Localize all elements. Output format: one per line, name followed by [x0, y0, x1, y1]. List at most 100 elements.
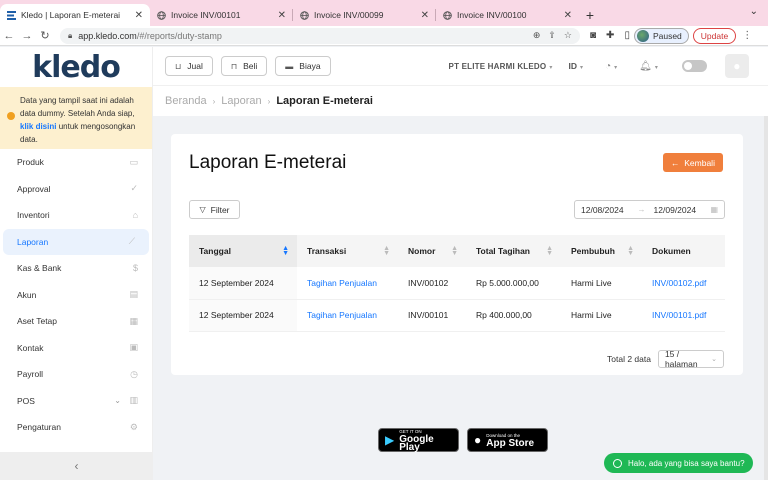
basket-icon: ⊔	[175, 61, 182, 71]
cell-dokumen-link[interactable]: INV/00102.pdf	[642, 267, 725, 300]
report-card: Laporan E-meterai ← Kembali ▽ Filter 12/0…	[171, 134, 743, 375]
caret-down-icon: ▾	[580, 65, 584, 71]
kledo-favicon-icon	[6, 10, 16, 20]
sidebar-item-aset-tetap[interactable]: Aset Tetap ▦	[0, 308, 152, 335]
chevron-down-icon[interactable]: ⌄	[750, 6, 758, 17]
jual-button[interactable]: ⊔ Jual	[165, 56, 213, 76]
page-scrollbar[interactable]	[764, 116, 768, 480]
sidebar-item-payroll[interactable]: Payroll ◷	[0, 361, 152, 388]
column-header-transaksi[interactable]: Transaksi ▲ ▼	[297, 235, 398, 267]
kembali-button[interactable]: ← Kembali	[663, 153, 723, 172]
forward-arrow-icon[interactable]: →	[18, 30, 36, 42]
close-tab-icon[interactable]: ✕	[421, 10, 429, 21]
column-header-tanggal[interactable]: Tanggal ▲ ▼	[189, 235, 297, 267]
date-end-input[interactable]: 12/09/2024	[654, 205, 697, 215]
url-host: app.kledo.com	[78, 30, 137, 41]
whatsapp-chat-button[interactable]: Halo, ada yang bisa saya bantu?	[604, 453, 753, 473]
close-tab-icon[interactable]: ✕	[135, 10, 143, 21]
cell-pembubuh: Harmi Live	[561, 299, 642, 332]
browser-tab[interactable]: Invoice INV/00100 ✕	[436, 4, 579, 26]
app-header: ⊔ Jual ⊓ Beli ▬ Biaya PT ELITE HARMI KLEDO ▾…	[153, 47, 768, 85]
clear-data-link[interactable]: klik disini	[20, 122, 56, 131]
date-start-input[interactable]: 12/08/2024	[581, 205, 624, 215]
filter-button[interactable]: ▽ Filter	[189, 200, 240, 219]
kledo-logo[interactable]: kledo	[0, 47, 152, 87]
sidebar-item-kas-bank[interactable]: Kas & Bank $	[0, 255, 152, 282]
cell-nomor: INV/00102	[398, 267, 466, 300]
biaya-button[interactable]: ▬ Biaya	[275, 56, 331, 76]
warning-icon	[7, 112, 15, 120]
reload-icon[interactable]: ↻	[36, 29, 54, 42]
globe-icon	[442, 10, 452, 20]
column-header-nomor[interactable]: Nomor ▲ ▼	[398, 235, 466, 267]
profile-button[interactable]: Paused	[633, 27, 689, 44]
language-selector[interactable]: ID ▾	[569, 61, 584, 71]
install-app-icon[interactable]: ⊕	[533, 30, 541, 41]
extensions-puzzle-icon[interactable]: ✚	[606, 30, 614, 41]
tab-title: Invoice INV/00099	[314, 10, 384, 20]
google-play-badge[interactable]: ▶ GET IT ON Google Play	[378, 428, 459, 453]
cell-dokumen-link[interactable]: INV/00101.pdf	[642, 299, 725, 332]
column-header-dokumen: Dokumen	[642, 235, 725, 267]
camera-icon[interactable]: ◙	[590, 30, 596, 41]
breadcrumb-laporan[interactable]: Laporan	[221, 95, 261, 107]
column-header-total-tagihan[interactable]: Total Tagihan ▲ ▼	[466, 235, 561, 267]
column-header-pembubuh[interactable]: Pembubuh ▲ ▼	[561, 235, 642, 267]
chevron-down-icon: ⌄	[114, 396, 121, 406]
tab-title: Invoice INV/00101	[171, 10, 241, 20]
check-icon: ✓	[130, 183, 138, 194]
page-size-select[interactable]: 15 / halaman ⌄	[657, 349, 724, 369]
sidebar-item-pengaturan[interactable]: Pengaturan ⚙	[0, 414, 152, 441]
calendar-icon: ▦	[710, 205, 718, 214]
sort-icon[interactable]: ▲ ▼	[383, 245, 390, 257]
browser-tab[interactable]: Invoice INV/00099 ✕	[293, 4, 436, 26]
sidebar-item-pos[interactable]: POS ⌄ ▥	[0, 388, 152, 415]
user-avatar[interactable]: ●	[724, 54, 749, 78]
bell-icon[interactable]: 🔔︎ ▾	[639, 61, 658, 72]
browser-tab-active[interactable]: Kledo | Laporan E-meterai ✕	[0, 4, 150, 26]
sidebar-item-approval[interactable]: Approval ✓	[0, 176, 152, 203]
sidebar-item-kontak[interactable]: Kontak ▣	[0, 335, 152, 362]
date-range-picker[interactable]: 12/08/2024 → 12/09/2024 ▦	[574, 200, 725, 219]
sidebar-item-laporan[interactable]: Laporan ⟋	[3, 228, 149, 255]
sort-icon[interactable]: ▲ ▼	[546, 245, 553, 257]
theme-toggle[interactable]	[681, 60, 707, 72]
close-tab-icon[interactable]: ✕	[278, 10, 286, 21]
google-play-icon: ▶	[385, 433, 395, 447]
new-tab-icon[interactable]: +	[579, 4, 601, 26]
sidebar-item-inventori[interactable]: Inventori ⌂	[0, 202, 152, 229]
clock-icon[interactable]: ◔ ▾	[605, 61, 617, 72]
back-arrow-icon[interactable]: ←	[0, 30, 18, 42]
sidebar-item-produk[interactable]: Produk ▭	[0, 149, 152, 176]
company-selector[interactable]: PT ELITE HARMI KLEDO ▾	[449, 62, 553, 71]
arrow-left-icon: ←	[671, 157, 685, 168]
sort-icon[interactable]: ▲ ▼	[627, 245, 634, 257]
close-tab-icon[interactable]: ✕	[564, 10, 572, 21]
globe-icon	[299, 10, 309, 20]
cell-tanggal: 12 September 2024	[189, 299, 297, 332]
tab-title: Invoice INV/00100	[457, 10, 527, 20]
pos-icon: ▥	[129, 395, 138, 406]
sidebar-item-akun[interactable]: Akun ▤	[0, 282, 152, 309]
cell-total: Rp 400.000,00	[466, 299, 561, 332]
beli-button[interactable]: ⊓ Beli	[220, 56, 268, 76]
sort-icon[interactable]: ▲ ▼	[451, 245, 458, 257]
cell-transaksi-link[interactable]: Tagihan Penjualan	[297, 299, 398, 332]
warehouse-icon: ⌂	[132, 210, 138, 221]
cell-transaksi-link[interactable]: Tagihan Penjualan	[297, 267, 398, 300]
table-row: 12 September 2024 Tagihan Penjualan INV/…	[189, 267, 725, 300]
url-field[interactable]: 🔒︎ app.kledo.com/#/reports/duty-stamp ⊕ …	[60, 27, 580, 44]
dollar-icon: $	[132, 263, 138, 274]
update-button[interactable]: Update	[692, 27, 737, 44]
sidebar-panel-icon[interactable]: ▯	[624, 30, 630, 41]
browser-tab[interactable]: Invoice INV/00101 ✕	[150, 4, 293, 26]
sidebar-collapse-button[interactable]: ‹	[0, 452, 153, 480]
duty-stamp-table: Tanggal ▲ ▼ Transaksi ▲ ▼ Nomor ▲ ▼ Total Tagi…	[189, 235, 725, 332]
breadcrumb-beranda[interactable]: Beranda	[165, 95, 207, 107]
share-icon[interactable]: ⇪	[548, 30, 556, 41]
sort-icon[interactable]: ▲ ▼	[282, 245, 289, 257]
app-store-badge[interactable]: ● Download on the App Store	[467, 428, 548, 452]
table-row: 12 September 2024 Tagihan Penjualan INV/…	[189, 299, 725, 332]
bookmark-star-icon[interactable]: ☆	[564, 30, 572, 41]
more-menu-icon[interactable]: ⋮	[742, 30, 752, 41]
